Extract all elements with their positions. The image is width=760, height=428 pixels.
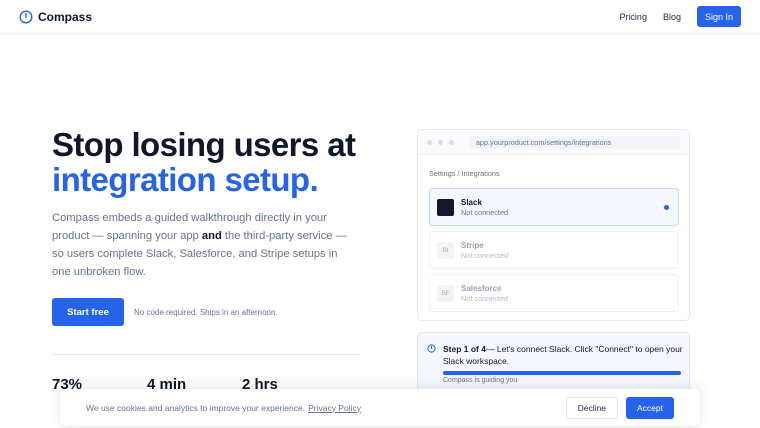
integration-name: Slack xyxy=(461,197,482,207)
window-dot xyxy=(448,139,454,145)
integration-name: Salesforce xyxy=(461,283,502,293)
guide-progress-fill xyxy=(443,371,681,375)
top-nav: Compass Pricing Blog Sign In xyxy=(0,0,760,34)
cookie-actions: Decline Accept xyxy=(565,396,674,419)
browser-bar: app.yourproduct.com/settings/integration… xyxy=(418,130,689,155)
guide-message: Step 1 of 4— Let's connect Slack. Click … xyxy=(443,343,683,367)
start-free-button[interactable]: Start free xyxy=(52,298,124,326)
privacy-policy-link[interactable]: Privacy Policy xyxy=(308,403,361,413)
walkthrough-guide-panel: Step 1 of 4— Let's connect Slack. Click … xyxy=(417,332,690,392)
integration-slack[interactable]: Slack Not connected xyxy=(429,188,679,226)
hero-title-accent: integration setup. xyxy=(52,161,319,198)
window-dot xyxy=(427,139,432,145)
cookie-banner: We use cookies and analytics to improve … xyxy=(60,389,700,426)
guide-progress-bar xyxy=(443,371,681,375)
window-dot xyxy=(437,139,443,145)
nav-link-blog[interactable]: Blog xyxy=(663,12,681,22)
salesforce-icon: SF xyxy=(437,284,454,302)
integration-status: Not connected xyxy=(461,293,509,303)
hero-title-line1: Stop losing users at xyxy=(52,126,356,163)
guide-footer: Compass is guiding you xyxy=(443,377,518,384)
hero-description: Compass embeds a guided walkthrough dire… xyxy=(52,209,352,281)
compass-icon xyxy=(19,9,33,24)
divider xyxy=(52,354,360,355)
decline-button[interactable]: Decline xyxy=(565,396,618,419)
stripe-icon: St xyxy=(437,241,454,259)
integration-name: Stripe xyxy=(461,240,484,250)
integration-salesforce[interactable]: SF Salesforce Not connected xyxy=(429,274,679,312)
nav-links: Pricing Blog Sign In xyxy=(619,6,741,27)
brand-name: Compass xyxy=(38,9,93,24)
integration-status: Not connected xyxy=(461,207,509,217)
active-indicator-dot xyxy=(664,205,669,210)
cta-note: No code required. Ships in an afternoon. xyxy=(134,308,278,317)
compass-icon xyxy=(427,344,436,353)
nav-link-pricing[interactable]: Pricing xyxy=(619,12,647,22)
product-mock-window: app.yourproduct.com/settings/integration… xyxy=(417,129,690,321)
slack-icon xyxy=(437,198,454,216)
hero-title: Stop losing users at integration setup. xyxy=(52,127,392,197)
accept-button[interactable]: Accept xyxy=(626,396,674,419)
cookie-text: We use cookies and analytics to improve … xyxy=(86,402,306,413)
cookie-message: We use cookies and analytics to improve … xyxy=(86,403,361,413)
integration-stripe[interactable]: St Stripe Not connected xyxy=(429,231,679,269)
integration-status: Not connected xyxy=(461,250,509,260)
sign-in-button[interactable]: Sign In xyxy=(696,6,741,27)
guide-step: Step 1 of 4 xyxy=(443,344,486,354)
breadcrumb: Settings / Integrations xyxy=(429,169,500,178)
url-bar: app.yourproduct.com/settings/integration… xyxy=(469,135,680,149)
logo[interactable]: Compass xyxy=(19,10,92,24)
hero-desc-bold: and xyxy=(201,230,222,242)
